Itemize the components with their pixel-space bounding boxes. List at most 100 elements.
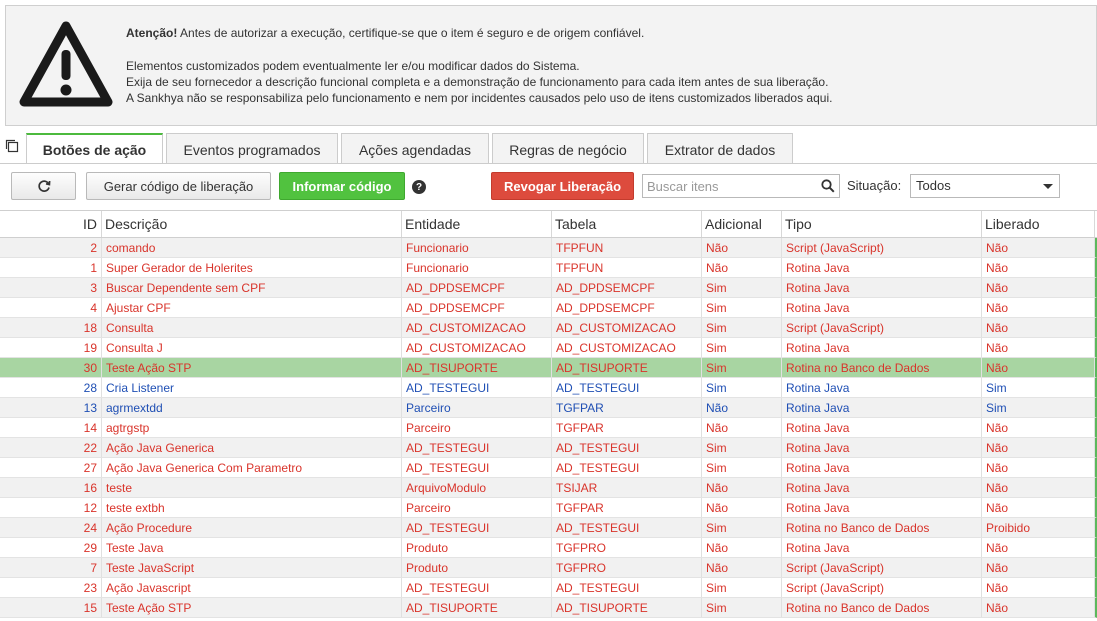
tab-extrator-de-dados[interactable]: Extrator de dados <box>647 133 793 163</box>
cell-type: Script (JavaScript) <box>782 318 982 337</box>
table-row[interactable]: 1 Super Gerador de Holerites Funcionario TF… <box>0 258 1097 278</box>
cell-description: Consulta <box>102 318 402 337</box>
search-icon[interactable] <box>821 179 835 193</box>
tab-eventos-programados[interactable]: Eventos programados <box>166 133 338 163</box>
cell-id: 3 <box>0 278 102 297</box>
cell-type: Rotina Java <box>782 398 982 417</box>
cell-id: 29 <box>0 538 102 557</box>
cell-table: AD_TESTEGUI <box>552 458 702 477</box>
search-input[interactable] <box>643 175 813 197</box>
tab-label: Regras de negócio <box>509 141 627 158</box>
cell-additional: Sim <box>702 598 782 617</box>
cell-table: AD_TESTEGUI <box>552 378 702 397</box>
column-header-additional[interactable]: Adicional <box>702 211 782 237</box>
cell-entity: AD_TISUPORTE <box>402 358 552 377</box>
revoke-release-button[interactable]: Revogar Liberação <box>491 172 634 200</box>
cell-additional: Não <box>702 418 782 437</box>
table-row[interactable]: 24 Ação Procedure AD_TESTEGUI AD_TESTEGUI Si… <box>0 518 1097 538</box>
cell-released: Não <box>982 438 1095 457</box>
cell-released: Não <box>982 418 1095 437</box>
refresh-button[interactable] <box>11 172 76 200</box>
table-row[interactable]: 27 Ação Java Generica Com Parametro AD_TES… <box>0 458 1097 478</box>
column-header-released[interactable]: Liberado <box>982 211 1095 237</box>
table-row[interactable]: 16 teste ArquivoModulo TSIJAR Não Rotina Java… <box>0 478 1097 498</box>
generate-code-button[interactable]: Gerar código de liberação <box>86 172 271 200</box>
tab-acoes-agendadas[interactable]: Ações agendadas <box>341 133 489 163</box>
table-row[interactable]: 23 Ação Javascript AD_TESTEGUI AD_TESTEGUI S… <box>0 578 1097 598</box>
cell-id: 24 <box>0 518 102 537</box>
cell-id: 23 <box>0 578 102 597</box>
table-row[interactable]: 19 Consulta J AD_CUSTOMIZACAO AD_CUSTOMIZAC… <box>0 338 1097 358</box>
cell-id: 12 <box>0 498 102 517</box>
cell-additional: Não <box>702 538 782 557</box>
cell-additional: Não <box>702 398 782 417</box>
cell-released: Não <box>982 578 1095 597</box>
cell-entity: Parceiro <box>402 498 552 517</box>
table-row[interactable]: 18 Consulta AD_CUSTOMIZACAO AD_CUSTOMIZACAO… <box>0 318 1097 338</box>
cell-released: Não <box>982 238 1095 257</box>
cell-description: Buscar Dependente sem CPF <box>102 278 402 297</box>
grid-header: ID Descrição Entidade Tabela Adicional T… <box>0 211 1097 238</box>
cell-description: Teste Java <box>102 538 402 557</box>
cell-entity: AD_TESTEGUI <box>402 578 552 597</box>
cell-type: Rotina Java <box>782 258 982 277</box>
chevron-down-icon <box>1043 184 1053 189</box>
cell-description: Cria Listener <box>102 378 402 397</box>
cell-type: Rotina Java <box>782 538 982 557</box>
column-header-type[interactable]: Tipo <box>782 211 982 237</box>
table-row[interactable]: 3 Buscar Dependente sem CPF AD_DPDSEMCPF AD… <box>0 278 1097 298</box>
cell-additional: Sim <box>702 338 782 357</box>
cell-released: Não <box>982 278 1095 297</box>
cell-entity: AD_TESTEGUI <box>402 458 552 477</box>
cell-type: Rotina Java <box>782 498 982 517</box>
cell-description: agrmextdd <box>102 398 402 417</box>
cell-entity: Funcionario <box>402 238 552 257</box>
cell-description: Teste Ação STP <box>102 598 402 617</box>
cell-id: 28 <box>0 378 102 397</box>
table-row[interactable]: 12 teste extbh Parceiro TGFPAR Não Rotina Jav… <box>0 498 1097 518</box>
table-row[interactable]: 13 agrmextdd Parceiro TGFPAR Não Rotina Java S… <box>0 398 1097 418</box>
help-icon[interactable]: ? <box>412 180 426 194</box>
table-row[interactable]: 7 Teste JavaScript Produto TGFPRO Não Script … <box>0 558 1097 578</box>
cell-type: Rotina Java <box>782 378 982 397</box>
cell-entity: AD_CUSTOMIZACAO <box>402 318 552 337</box>
warning-lead: Atenção! <box>126 26 178 40</box>
tab-regras-de-negocio[interactable]: Regras de negócio <box>492 133 644 163</box>
cell-id: 30 <box>0 358 102 377</box>
inform-code-button[interactable]: Informar código <box>279 172 405 200</box>
cell-id: 13 <box>0 398 102 417</box>
table-row[interactable]: 29 Teste Java Produto TGFPRO Não Rotina Java N… <box>0 538 1097 558</box>
cell-description: Ação Java Generica <box>102 438 402 457</box>
cell-entity: Funcionario <box>402 258 552 277</box>
cell-description: Teste JavaScript <box>102 558 402 577</box>
table-row[interactable]: 30 Teste Ação STP AD_TISUPORTE AD_TISUPORTE… <box>0 358 1097 378</box>
cell-released: Não <box>982 478 1095 497</box>
column-header-id[interactable]: ID <box>0 211 102 237</box>
table-row[interactable]: 4 Ajustar CPF AD_DPDSEMCPF AD_DPDSEMCPF Sim R… <box>0 298 1097 318</box>
table-row[interactable]: 14 agtrgstp Parceiro TGFPAR Não Rotina Java Nã… <box>0 418 1097 438</box>
cell-type: Rotina Java <box>782 458 982 477</box>
copy-icon[interactable] <box>4 138 20 154</box>
cell-additional: Sim <box>702 298 782 317</box>
items-grid: ID Descrição Entidade Tabela Adicional T… <box>0 210 1097 621</box>
column-header-table[interactable]: Tabela <box>552 211 702 237</box>
cell-id: 19 <box>0 338 102 357</box>
table-row[interactable]: 28 Cria Listener AD_TESTEGUI AD_TESTEGUI Sim… <box>0 378 1097 398</box>
cell-id: 16 <box>0 478 102 497</box>
cell-released: Não <box>982 498 1095 517</box>
column-header-description[interactable]: Descrição <box>102 211 402 237</box>
cell-type: Rotina Java <box>782 338 982 357</box>
column-header-entity[interactable]: Entidade <box>402 211 552 237</box>
cell-additional: Sim <box>702 278 782 297</box>
status-select[interactable]: Todos <box>910 174 1060 198</box>
cell-table: TGFPRO <box>552 558 702 577</box>
cell-table: AD_TESTEGUI <box>552 518 702 537</box>
table-row[interactable]: 15 Teste Ação STP AD_TISUPORTE AD_TISUPORTE… <box>0 598 1097 618</box>
tab-label: Botões de ação <box>42 142 147 158</box>
status-label: Situação: <box>847 178 902 193</box>
table-row[interactable]: 22 Ação Java Generica AD_TESTEGUI AD_TESTEG… <box>0 438 1097 458</box>
cell-description: Consulta J <box>102 338 402 357</box>
tab-botoes-de-acao[interactable]: Botões de ação <box>26 133 163 163</box>
table-row[interactable]: 2 comando Funcionario TFPFUN Não Script (Java… <box>0 238 1097 258</box>
cell-entity: AD_TESTEGUI <box>402 518 552 537</box>
